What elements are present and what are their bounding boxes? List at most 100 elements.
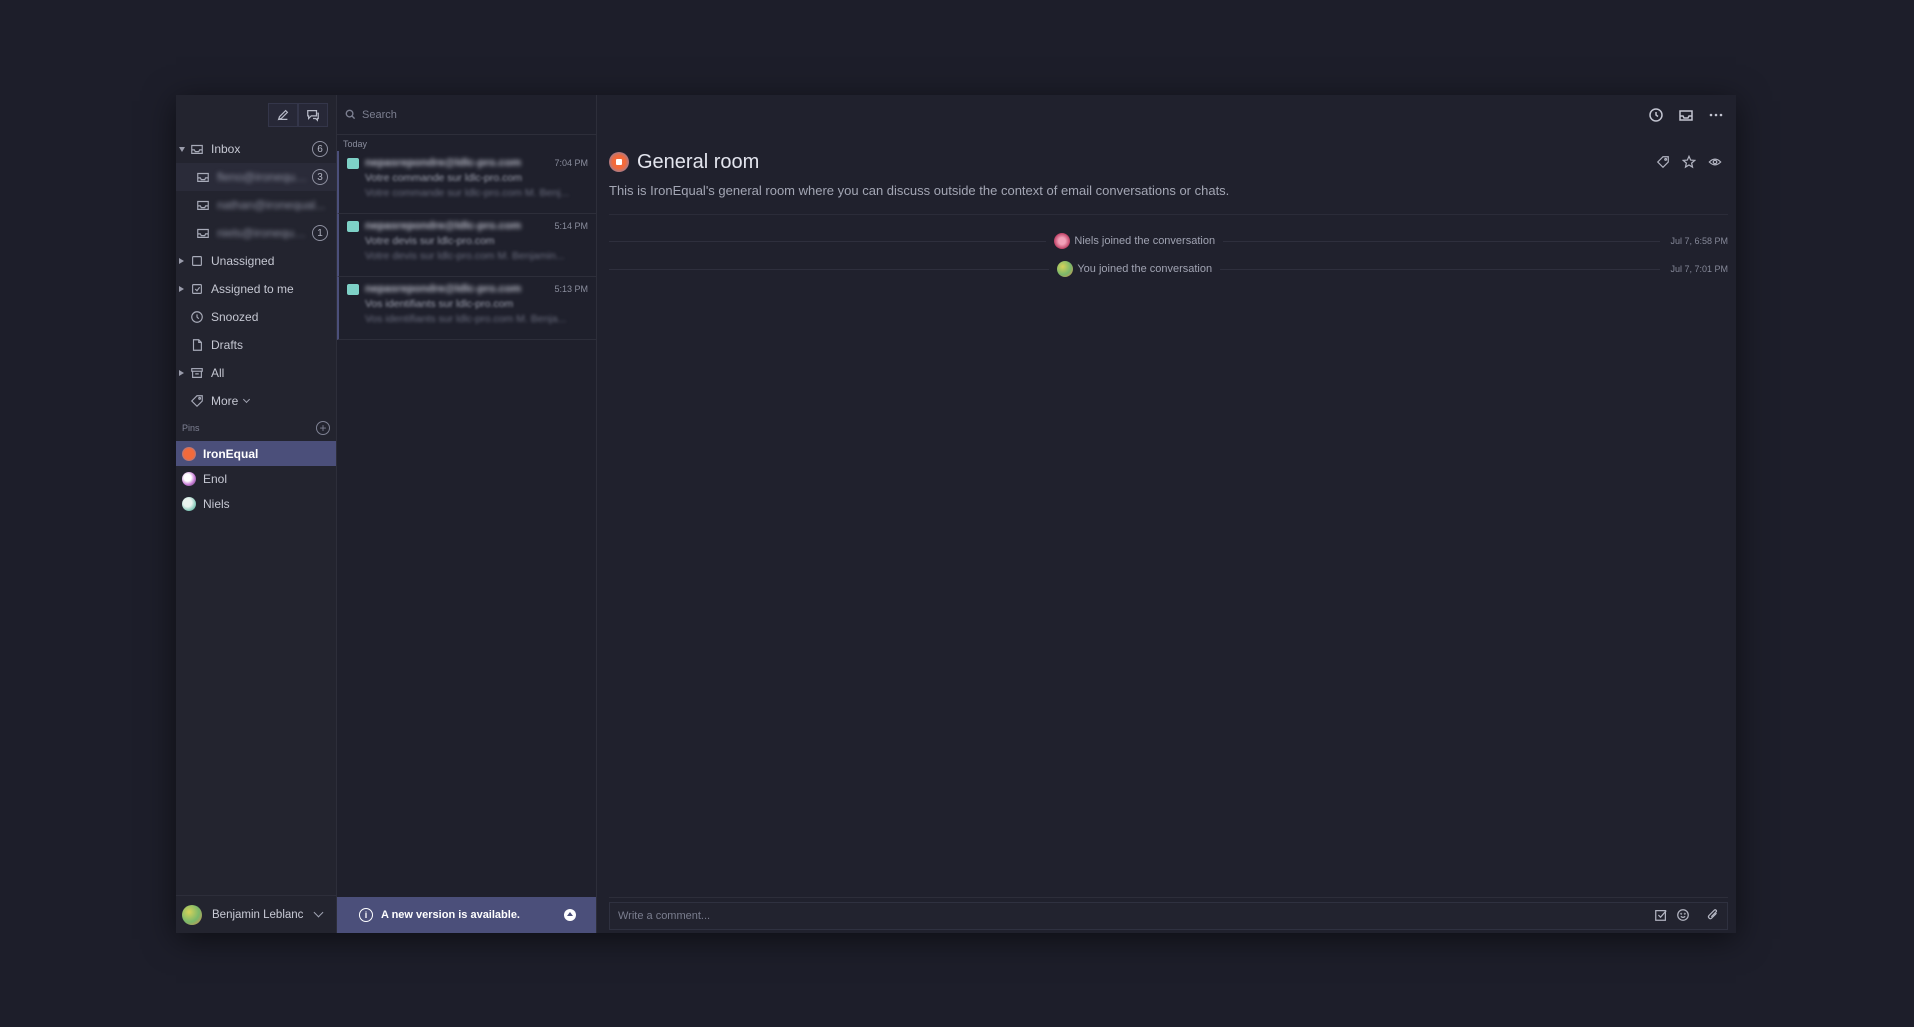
caret-right-icon[interactable] [179, 370, 184, 376]
list-item[interactable]: nepasrepondre@ldlc-pro.com 5:14 PM Votre… [337, 214, 596, 277]
sidebar-item-label: All [211, 366, 225, 380]
event-content: You joined the conversation [1049, 261, 1220, 277]
more-horizontal-icon[interactable] [1708, 107, 1724, 123]
event-content: Niels joined the conversation [1046, 233, 1223, 249]
clock-icon [190, 310, 204, 324]
message-preview: Votre commande sur ldlc-pro.com M. Benj.… [365, 187, 570, 199]
date-group-label: Today [343, 139, 368, 149]
info-icon: i [359, 908, 373, 922]
assigned-icon [190, 282, 204, 296]
event-text: Niels joined the conversation [1074, 235, 1216, 247]
email-icon [347, 283, 359, 295]
tag-icon [190, 394, 204, 408]
sidebar-item-label: More [211, 394, 239, 408]
checkbox-icon[interactable] [1654, 908, 1668, 922]
event-item: You joined the conversation Jul 7, 7:01 … [597, 255, 1736, 283]
sidebar-account-item[interactable]: niels@ironequal... 1 [176, 219, 336, 247]
sidebar-item-more[interactable]: More [176, 387, 336, 415]
email-icon [347, 220, 359, 232]
message-preview: Vos identifiants sur ldlc-pro.com M. Ben… [365, 313, 567, 325]
main-toolbar [597, 95, 1736, 135]
user-menu[interactable]: Benjamin Leblanc [176, 895, 336, 933]
room-actions [1656, 155, 1722, 169]
sidebar-item-snoozed[interactable]: Snoozed [176, 303, 336, 331]
unread-count-badge: 6 [312, 141, 328, 157]
sidebar-toolbar [176, 95, 336, 135]
message-sender: nepasrepondre@ldlc-pro.com [365, 157, 522, 169]
inbox-icon [196, 170, 210, 184]
pins-header: Pins + [176, 415, 336, 441]
list-item[interactable]: nepasrepondre@ldlc-pro.com 7:04 PM Votre… [337, 151, 596, 214]
message-time: 5:13 PM [554, 284, 588, 294]
update-notice[interactable]: i A new version is available. [337, 897, 596, 933]
composer-tools [1654, 908, 1720, 922]
search-bar[interactable]: Search [337, 95, 596, 135]
add-pin-button[interactable]: + [316, 421, 330, 435]
caret-right-icon[interactable] [179, 258, 184, 264]
pin-item-ironequal[interactable]: IronEqual [176, 441, 336, 466]
message-sender: nepasrepondre@ldlc-pro.com [365, 220, 522, 232]
avatar [182, 496, 196, 511]
compose-button[interactable] [268, 103, 298, 127]
paperclip-icon[interactable] [1706, 908, 1720, 922]
message-preview: Votre devis sur ldlc-pro.com M. Benjamin… [365, 250, 565, 262]
sidebar-item-inbox[interactable]: Inbox 6 [176, 135, 336, 163]
chevron-down-icon[interactable] [313, 907, 324, 918]
room-header: General room [597, 135, 1736, 175]
tag-icon[interactable] [1656, 155, 1670, 169]
event-timestamp: Jul 7, 6:58 PM [1670, 236, 1729, 246]
list-item[interactable]: nepasrepondre@ldlc-pro.com 5:13 PM Vos i… [337, 277, 596, 340]
room-avatar [182, 446, 196, 461]
archive-icon [190, 366, 204, 380]
star-icon[interactable] [1682, 155, 1696, 169]
message-subject: Vos identifiants sur ldlc-pro.com [365, 298, 514, 310]
avatar [1054, 233, 1071, 249]
sidebar-item-assigned-to-me[interactable]: Assigned to me [176, 275, 336, 303]
inbox-icon[interactable] [1678, 107, 1694, 123]
sidebar: Inbox 6 fleno@ironequal... 3 nathan@iron… [176, 95, 337, 933]
pin-label: Enol [203, 471, 228, 486]
account-label: nathan@ironequal... [217, 198, 326, 212]
divider [1220, 268, 1661, 270]
comment-input[interactable] [609, 901, 1728, 930]
user-name: Benjamin Leblanc [212, 908, 304, 921]
email-icon [347, 157, 359, 169]
account-label: niels@ironequal... [217, 226, 312, 240]
avatar [182, 904, 202, 925]
pin-item-niels[interactable]: Niels [176, 491, 336, 516]
caret-down-icon[interactable] [179, 147, 185, 152]
update-icon[interactable] [564, 909, 576, 921]
eye-icon[interactable] [1708, 155, 1722, 169]
divider [609, 268, 1050, 270]
room-view: General room This is IronEqual's general… [597, 95, 1736, 933]
sidebar-item-label: Snoozed [211, 310, 259, 324]
sidebar-item-label: Unassigned [211, 254, 275, 268]
unread-count-badge: 1 [312, 225, 328, 241]
room-avatar [609, 152, 629, 172]
avatar [182, 471, 196, 486]
document-icon [190, 338, 204, 352]
caret-right-icon[interactable] [179, 286, 184, 292]
clock-icon[interactable] [1648, 107, 1664, 123]
inbox-icon [190, 142, 204, 156]
sidebar-account-item[interactable]: nathan@ironequal... [176, 191, 336, 219]
message-subject: Votre commande sur ldlc-pro.com [365, 172, 522, 184]
conversation-list: Search Today nepasrepondre@ldlc-pro.com … [337, 95, 597, 933]
new-chat-button[interactable] [298, 103, 328, 127]
sidebar-item-label: Drafts [211, 338, 244, 352]
pin-label: Niels [203, 496, 230, 511]
update-notice-text: A new version is available. [381, 909, 520, 921]
square-icon [190, 254, 204, 268]
sidebar-account-item[interactable]: fleno@ironequal... 3 [176, 163, 336, 191]
sidebar-item-unassigned[interactable]: Unassigned [176, 247, 336, 275]
sidebar-item-label: Assigned to me [211, 282, 294, 296]
emoji-icon[interactable] [1676, 908, 1690, 922]
divider [609, 240, 1047, 242]
divider [1223, 240, 1661, 242]
message-time: 5:14 PM [554, 221, 588, 231]
app-window: Inbox 6 fleno@ironequal... 3 nathan@iron… [176, 95, 1736, 933]
pin-item-enol[interactable]: Enol [176, 466, 336, 491]
search-input[interactable]: Search [362, 109, 397, 121]
sidebar-item-all[interactable]: All [176, 359, 336, 387]
sidebar-item-drafts[interactable]: Drafts [176, 331, 336, 359]
